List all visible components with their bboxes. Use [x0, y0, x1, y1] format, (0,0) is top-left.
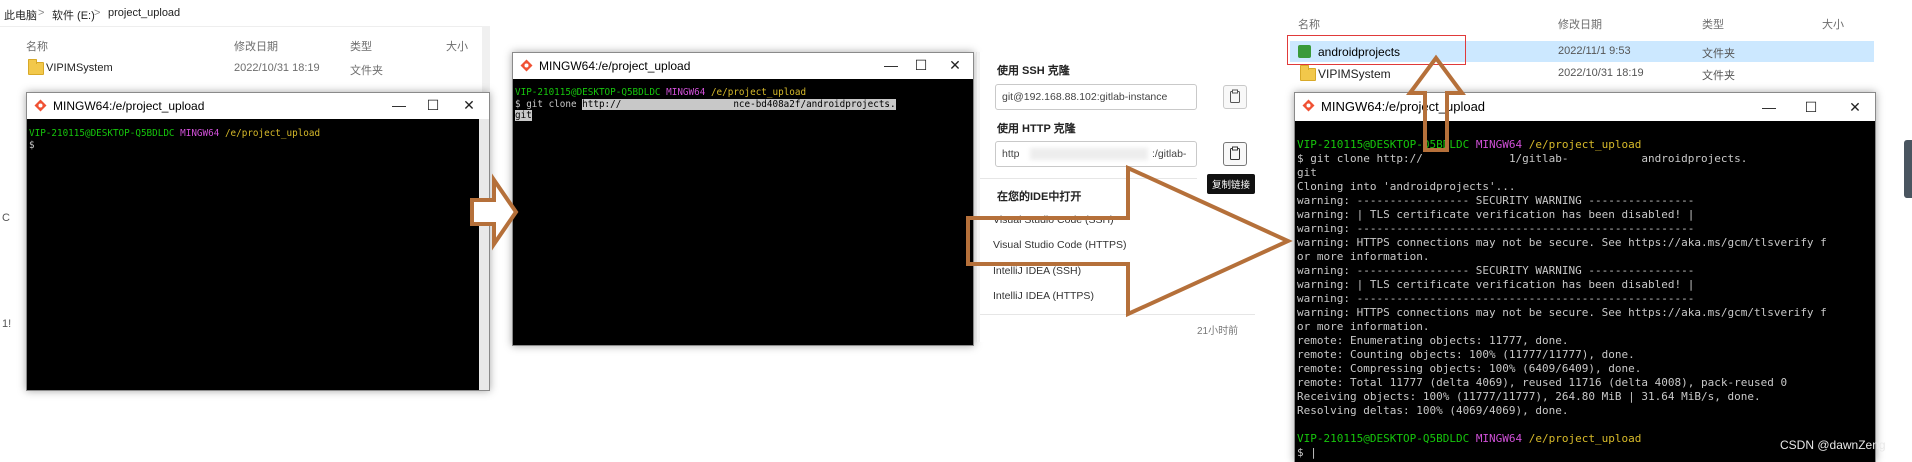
arrow-right-large	[966, 164, 1293, 318]
annotation-arrows	[470, 54, 1466, 318]
arrow-right-small	[470, 173, 519, 251]
watermark: CSDN @dawnZeng	[1780, 438, 1886, 452]
arrow-up	[1406, 54, 1466, 152]
